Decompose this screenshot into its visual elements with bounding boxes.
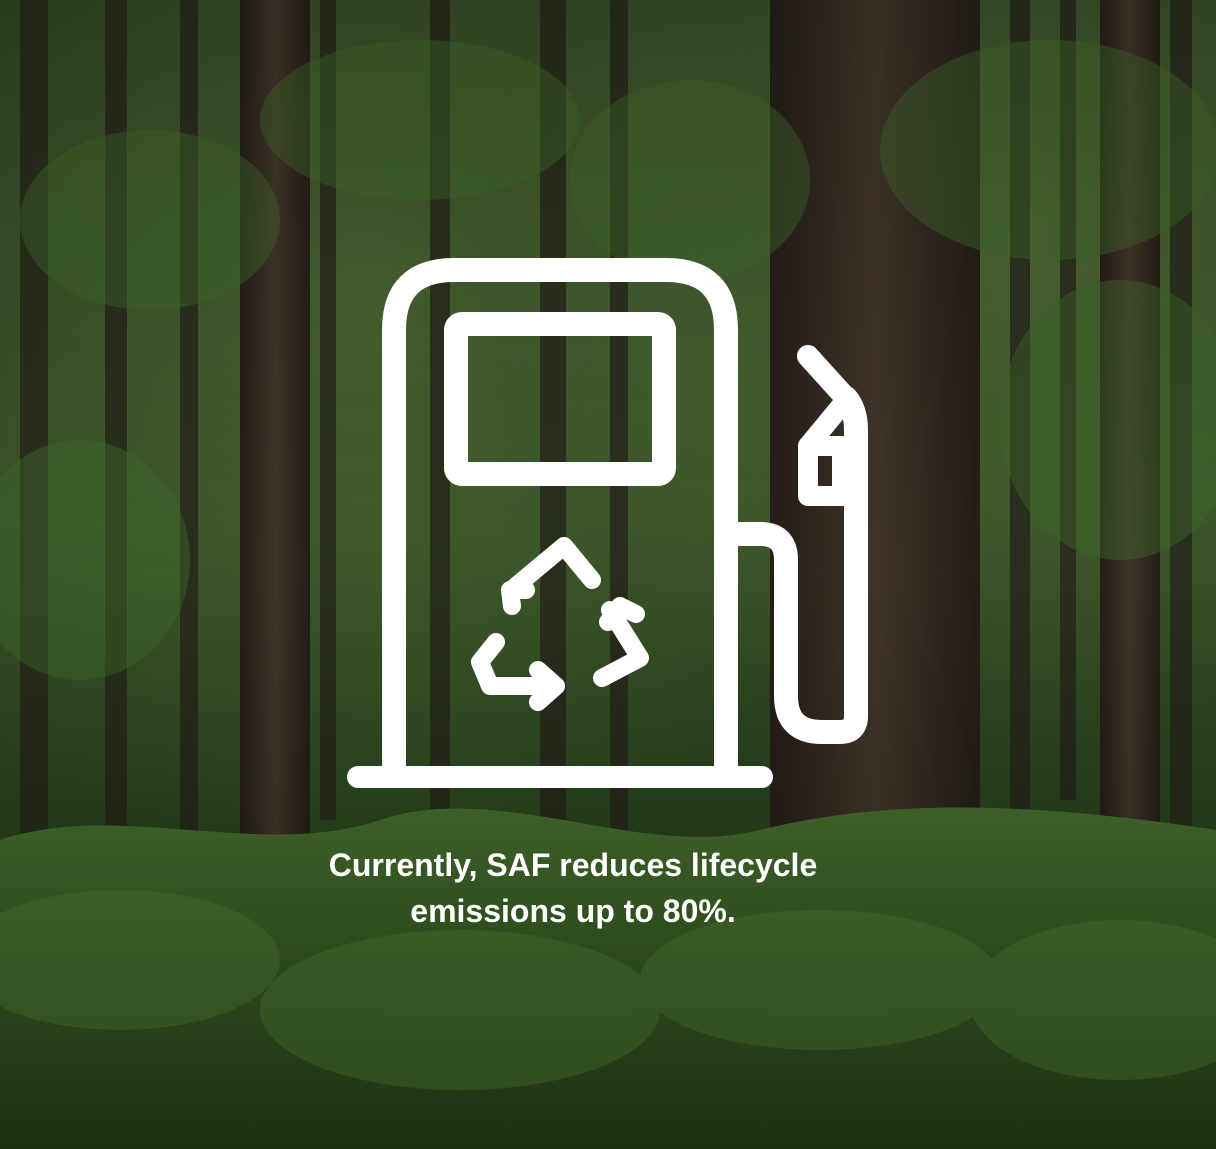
caption-line-1: Currently, SAF reduces lifecycle bbox=[328, 847, 818, 883]
caption-line-2: emissions up to 80%. bbox=[410, 893, 736, 929]
caption: Currently, SAF reduces lifecycle emissio… bbox=[0, 842, 1146, 934]
fuel-pump-recycle-icon bbox=[347, 258, 868, 788]
hero-scene: Currently, SAF reduces lifecycle emissio… bbox=[0, 0, 1216, 1149]
